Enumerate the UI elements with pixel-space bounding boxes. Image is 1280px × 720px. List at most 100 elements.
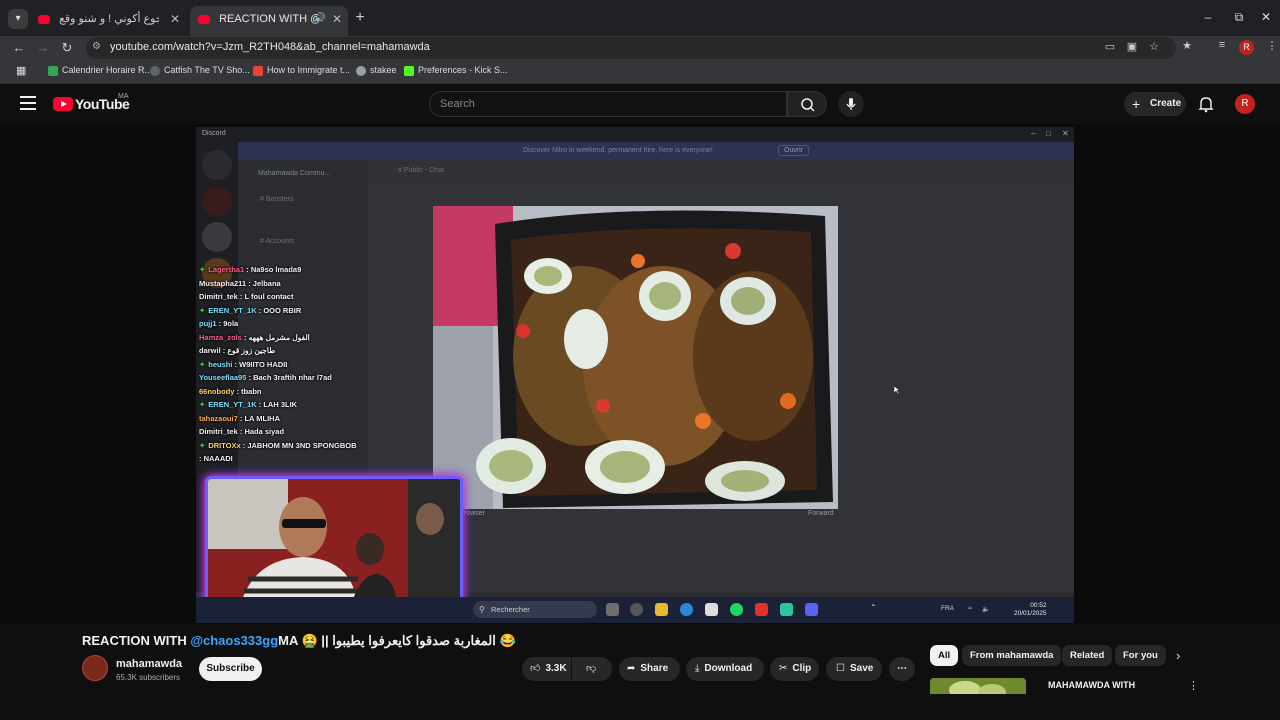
chat-username: Dimitri_tek [199, 292, 238, 301]
close-icon[interactable]: ✕ [170, 8, 180, 30]
search-input[interactable] [430, 92, 786, 116]
minimize-icon[interactable]: – [1200, 10, 1216, 24]
address-bar[interactable]: ⚙ youtube.com/watch?v=Jzm_R2TH048&ab_cha… [86, 37, 1176, 59]
apps-grid-icon[interactable]: ▦ [16, 64, 26, 77]
like-button[interactable]: 👍︎ 3.3K [522, 657, 571, 681]
chat-username: Mustapha211 [199, 278, 247, 288]
reading-list-icon[interactable]: ≡ [1214, 39, 1230, 51]
video-player[interactable]: Discord – □ ✕ Discover Nitro in weekend,… [196, 127, 1074, 623]
chat-message: darwil : طاجين زوز قوع [199, 346, 276, 355]
bookmark-item[interactable]: Catfish The TV Sho... [150, 65, 250, 76]
site-info-icon[interactable]: ⚙ [92, 41, 104, 55]
url-text[interactable]: youtube.com/watch?v=Jzm_R2TH048&ab_chann… [110, 41, 430, 53]
chat-text: W9IITO HADII [239, 359, 288, 369]
more-vert-icon[interactable]: ⋮ [1188, 679, 1199, 692]
tab-search-icon[interactable]: ▾ [8, 9, 28, 29]
new-tab-button[interactable]: + [352, 9, 368, 27]
bookmark-item[interactable]: Preferences - Kick S... [404, 65, 508, 76]
hamburger-menu-icon[interactable] [20, 96, 36, 112]
channel-name[interactable]: mahamawda [116, 658, 182, 670]
extensions-icon[interactable]: ★ [1179, 39, 1195, 52]
volume-icon: 🔈 [982, 606, 991, 613]
chat-message: ✦ EREN_YT_1K : LAH 3LIK [199, 400, 298, 409]
chat-text: L foul contact [244, 292, 294, 301]
chat-text: الفول مشرمل هههه [248, 332, 310, 342]
bookmark-item[interactable]: stakee [356, 65, 397, 76]
back-icon[interactable]: ← [10, 38, 28, 58]
tab-active[interactable]: REACTION WITH @chaos33 🔊 ✕ [190, 6, 348, 36]
scissors-icon: ✂ [779, 663, 788, 674]
subscribe-button[interactable]: Subscribe [199, 657, 262, 681]
browser-label: rowser [464, 510, 486, 517]
bookmark-item[interactable]: Calendrier Horaire R... [48, 65, 152, 76]
thumbs-up-icon: 👍︎ [530, 663, 541, 674]
create-button[interactable]: + Create [1124, 92, 1186, 116]
chat-message: Hamza_zols : الفول مشرمل هههه [199, 332, 310, 342]
chip-related[interactable]: Related [1062, 645, 1113, 666]
account-avatar[interactable]: R [1235, 94, 1255, 114]
youtube-logo-icon[interactable] [53, 97, 73, 111]
chat-username: Lagertha1 [208, 265, 245, 274]
maximize-icon: □ [1046, 129, 1051, 138]
mention-link[interactable]: @chaos333gg [190, 633, 278, 648]
forward-icon[interactable]: → [34, 38, 52, 58]
windows-taskbar: ⚲ Rechercher ⌃ FRA ≈ 🔈 00:52 20/01/2025 [196, 597, 1074, 623]
microphone-icon [846, 98, 856, 110]
clip-button[interactable]: ✂ Clip [770, 657, 819, 681]
download-button[interactable]: ⤓ Download [686, 657, 764, 681]
store-icon [705, 603, 718, 616]
translate-icon[interactable]: ▣ [1124, 40, 1140, 53]
speaker-icon[interactable]: 🔊 [314, 6, 326, 32]
voice-search-button[interactable] [838, 91, 864, 117]
close-icon[interactable]: ✕ [332, 6, 342, 32]
close-window-icon[interactable]: ✕ [1258, 10, 1274, 24]
close-icon: ✕ [1062, 129, 1069, 138]
chat-message: Mustapha211 : Jelbana [199, 278, 281, 288]
browser-tab-strip: ▾ حقيقة رجوع أكوني ! و شنو وقع ✕ REACTIO… [0, 0, 1280, 36]
stream-chat-overlay: ✦ Lagertha1 : Na9so lmada9 Mustapha211 : J… [196, 257, 426, 467]
reload-icon[interactable]: ↻ [58, 38, 76, 58]
channel-avatar[interactable] [82, 655, 108, 681]
wifi-icon: ≈ [968, 605, 972, 612]
more-menu-icon[interactable]: ⋮ [1264, 39, 1280, 52]
tab-title: حقيقة رجوع أكوني ! و شنو وقع [59, 13, 159, 26]
chat-text: NAAADI [203, 454, 233, 463]
brave-icon [755, 603, 768, 616]
discord-app-title: Discord [202, 130, 226, 137]
chat-username: darwil [199, 346, 221, 355]
recommendation-thumbnail[interactable] [930, 678, 1026, 694]
chat-username: 66nobody [199, 386, 235, 396]
tab-title: REACTION WITH @chaos33 [219, 13, 319, 26]
dislike-button[interactable]: 👎︎ [572, 657, 612, 681]
taskbar-clock: 00:52 20/01/2025 [1014, 602, 1047, 617]
more-actions-button[interactable]: ⋯ [889, 657, 915, 681]
bookmark-favicon-icon [356, 65, 366, 76]
tab-inactive[interactable]: حقيقة رجوع أكوني ! و شنو وقع ✕ [36, 8, 186, 30]
bookmark-item[interactable]: How to Immigrate t... [253, 65, 350, 76]
bookmark-favicon-icon [404, 65, 414, 76]
country-code: MA [118, 93, 129, 100]
chat-text: LAH 3LIK [263, 400, 298, 409]
subscriber-badge-icon: ✦ [199, 400, 206, 409]
restore-icon[interactable]: ⧉ [1231, 10, 1247, 25]
share-button[interactable]: ➦ Share [619, 657, 680, 681]
bookmarks-bar: ▦ Calendrier Horaire R... Catfish The TV… [0, 60, 1280, 84]
chip-from-channel[interactable]: From mahamawda [962, 645, 1062, 666]
chip-for-you[interactable]: For you [1115, 645, 1166, 666]
recommendation-title[interactable]: MAHAMAWDA WITH [1048, 680, 1135, 690]
youtube-favicon [38, 14, 50, 24]
chip-all[interactable]: All [930, 645, 959, 666]
cast-icon[interactable]: ▭ [1102, 40, 1118, 53]
discord-banner: Discover Nitro in weekend, permanent hir… [238, 142, 1074, 160]
chat-username: tahazaoui7 [199, 413, 238, 423]
notifications-bell-icon[interactable] [1197, 94, 1215, 114]
task-view-icon [606, 603, 619, 616]
taskbar-search: ⚲ Rechercher [473, 601, 597, 618]
search-box [429, 91, 787, 117]
browser-profile-avatar[interactable]: R [1239, 40, 1254, 55]
bookmark-star-icon[interactable]: ☆ [1146, 40, 1162, 53]
chat-username: EREN_YT_1K [208, 400, 257, 409]
save-button[interactable]: ☐ Save [826, 657, 882, 681]
search-button[interactable] [787, 91, 827, 117]
chevron-right-icon[interactable]: › [1176, 648, 1180, 663]
